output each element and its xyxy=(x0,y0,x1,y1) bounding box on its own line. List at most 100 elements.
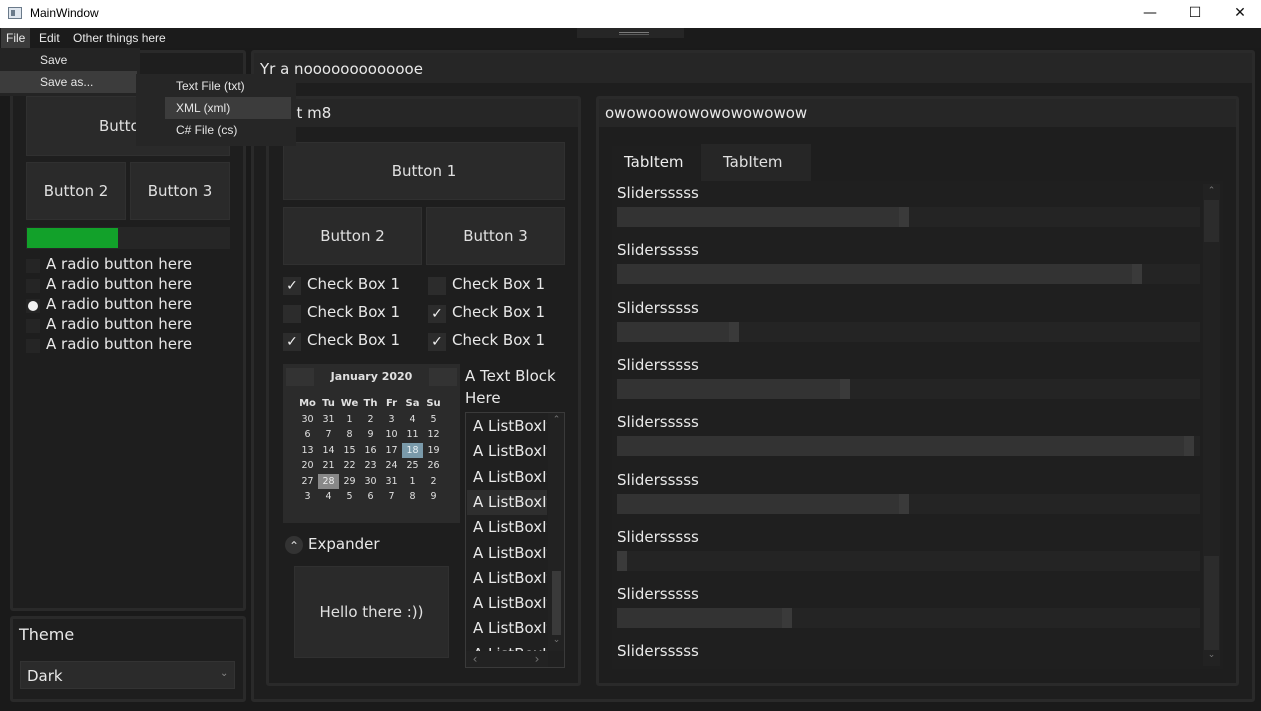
scroll-up-icon[interactable]: ⌃ xyxy=(1203,186,1220,196)
slider-thumb[interactable] xyxy=(899,207,909,227)
slider-thumb[interactable] xyxy=(729,321,739,342)
left-button-2[interactable]: Button 2 xyxy=(26,162,126,220)
calendar-day[interactable]: 16 xyxy=(360,443,381,459)
list-item[interactable]: A ListBoxIt xyxy=(467,566,547,591)
maximize-button[interactable]: ☐ xyxy=(1172,0,1218,28)
listbox-hscrollbar[interactable]: ‹ › xyxy=(466,651,548,667)
menu-edit[interactable]: Edit xyxy=(34,28,65,48)
list-item[interactable]: A ListBoxIt xyxy=(467,591,547,616)
calendar-day[interactable]: 8 xyxy=(339,427,360,443)
middle-button-2[interactable]: Button 2 xyxy=(283,207,422,265)
calendar-day[interactable]: 7 xyxy=(318,427,339,443)
slider[interactable] xyxy=(617,321,1200,342)
checkmark-icon[interactable]: ✓ xyxy=(428,305,446,323)
list-item[interactable]: A ListBoxIt xyxy=(467,439,547,464)
scroll-right-icon[interactable]: › xyxy=(532,652,542,666)
calendar-day[interactable]: 21 xyxy=(318,458,339,474)
calendar-next-button[interactable] xyxy=(429,368,457,386)
scroll-left-icon[interactable]: ‹ xyxy=(470,652,480,666)
calendar-day[interactable]: 26 xyxy=(423,458,444,474)
radio-indicator[interactable] xyxy=(26,339,40,353)
radio-button[interactable]: A radio button here xyxy=(26,255,226,275)
slider[interactable] xyxy=(617,493,1200,514)
listbox-vscrollbar[interactable]: ⌃ ⌄ xyxy=(548,413,564,651)
list-item[interactable]: A ListBoxIt xyxy=(467,616,547,641)
checkbox-box[interactable] xyxy=(428,277,446,295)
checkbox-box[interactable] xyxy=(283,305,301,323)
calendar-day[interactable]: 29 xyxy=(339,474,360,490)
middle-button-1[interactable]: Button 1 xyxy=(283,142,565,200)
calendar-day[interactable]: 3 xyxy=(297,489,318,505)
list-item[interactable]: A ListBoxIt xyxy=(467,489,547,515)
checkbox[interactable]: Check Box 1 xyxy=(283,303,423,325)
calendar-day[interactable]: 23 xyxy=(360,458,381,474)
calendar-day[interactable]: 18 xyxy=(402,442,423,458)
slider-thumb[interactable] xyxy=(1184,436,1194,457)
calendar-day[interactable]: 9 xyxy=(360,427,381,443)
menu-item-cs-file[interactable]: C# File (cs) xyxy=(136,119,296,141)
calendar-day[interactable]: 8 xyxy=(402,489,423,505)
slider-thumb[interactable] xyxy=(899,493,909,514)
tab-item-2[interactable]: TabItem xyxy=(701,144,811,181)
slider-thumb[interactable] xyxy=(782,608,792,629)
menu-item-text-file[interactable]: Text File (txt) xyxy=(136,75,296,97)
tab-scroll-thumb-top[interactable] xyxy=(1204,200,1219,242)
radio-button[interactable]: A radio button here xyxy=(26,295,226,315)
calendar-day[interactable]: 2 xyxy=(360,412,381,428)
calendar-day[interactable]: 22 xyxy=(339,458,360,474)
radio-indicator[interactable] xyxy=(26,259,40,273)
checkbox[interactable]: ✓ Check Box 1 xyxy=(428,331,568,353)
calendar-day[interactable]: 15 xyxy=(339,443,360,459)
menu-file[interactable]: File xyxy=(1,28,31,48)
slider[interactable] xyxy=(617,207,1200,227)
calendar-day[interactable]: 1 xyxy=(402,474,423,490)
tab-item-1[interactable]: TabItem xyxy=(612,146,700,181)
chevron-up-icon[interactable]: ⌃ xyxy=(285,536,303,554)
calendar-day[interactable]: 5 xyxy=(339,489,360,505)
calendar-day[interactable]: 31 xyxy=(318,412,339,428)
checkmark-icon[interactable]: ✓ xyxy=(283,277,301,295)
theme-combobox[interactable]: Dark ⌄ xyxy=(20,661,235,689)
calendar-day[interactable]: 17 xyxy=(381,443,402,459)
calendar-day[interactable]: 24 xyxy=(381,458,402,474)
expander-header[interactable]: ⌃ Expander xyxy=(285,535,455,557)
calendar-day[interactable]: 20 xyxy=(297,458,318,474)
calendar-day[interactable]: 2 xyxy=(423,474,444,490)
calendar-day[interactable]: 11 xyxy=(402,427,423,443)
listbox-scroll-thumb[interactable] xyxy=(552,571,561,635)
radio-button[interactable]: A radio button here xyxy=(26,315,226,335)
radio-indicator[interactable] xyxy=(26,299,40,313)
radio-button[interactable]: A radio button here xyxy=(26,335,226,355)
checkbox[interactable]: ✓ Check Box 1 xyxy=(283,331,423,353)
slider[interactable] xyxy=(617,436,1200,457)
calendar-day[interactable]: 5 xyxy=(423,412,444,428)
calendar-day[interactable]: 4 xyxy=(402,412,423,428)
calendar-day[interactable]: 10 xyxy=(381,427,402,443)
scroll-up-icon[interactable]: ⌃ xyxy=(548,415,564,425)
list-item[interactable]: A ListBoxIt xyxy=(467,414,547,439)
slider[interactable] xyxy=(617,608,1200,629)
calendar[interactable]: January 2020 Mo Tu We Th Fr Sa Su 30 31 1 2 3 4 5 6 7 8 9… xyxy=(283,364,460,523)
slider-thumb[interactable] xyxy=(617,550,627,571)
calendar-day[interactable]: 9 xyxy=(423,489,444,505)
list-item[interactable]: A ListBoxIt xyxy=(467,515,547,540)
close-button[interactable]: ✕ xyxy=(1217,0,1261,28)
minimize-button[interactable]: — xyxy=(1127,0,1173,28)
menu-item-xml[interactable]: XML (xml) xyxy=(165,97,291,119)
expander-content-button[interactable]: Hello there :)) xyxy=(294,566,449,658)
listbox[interactable]: A ListBoxIt A ListBoxIt A ListBoxIt A ListB… xyxy=(465,412,565,668)
radio-button[interactable]: A radio button here xyxy=(26,275,226,295)
scroll-down-icon[interactable]: ⌄ xyxy=(1203,650,1220,660)
calendar-day[interactable]: 3 xyxy=(381,412,402,428)
calendar-day[interactable]: 30 xyxy=(360,474,381,490)
middle-button-3[interactable]: Button 3 xyxy=(426,207,565,265)
scroll-down-icon[interactable]: ⌄ xyxy=(548,635,564,645)
calendar-day[interactable]: 1 xyxy=(339,412,360,428)
slider[interactable] xyxy=(617,264,1200,285)
menu-other[interactable]: Other things here xyxy=(68,28,171,48)
left-button-3[interactable]: Button 3 xyxy=(130,162,230,220)
checkmark-icon[interactable]: ✓ xyxy=(283,333,301,351)
radio-indicator[interactable] xyxy=(26,319,40,333)
list-item[interactable]: A ListBoxIt xyxy=(467,465,547,490)
tab-vscrollbar[interactable]: ⌃ ⌄ xyxy=(1203,184,1220,666)
